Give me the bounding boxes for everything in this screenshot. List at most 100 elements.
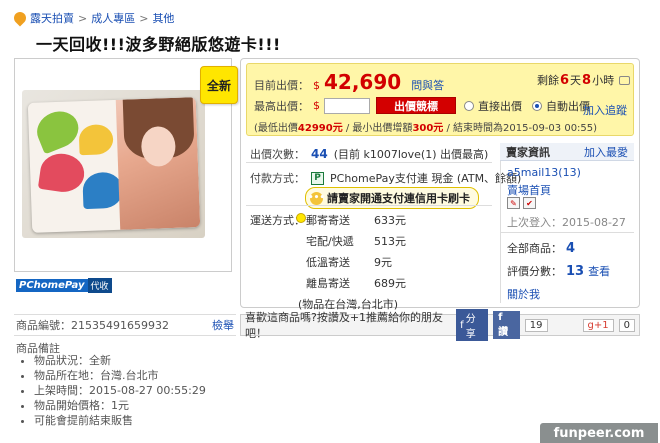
place-bid-button[interactable]: 出價競標 [376,97,456,114]
list-item: 可能會提前結束販售 [34,414,206,428]
current-price: 42,690 [324,70,402,94]
shipping-name: 郵寄寄送 [306,214,350,227]
add-to-watchlist-link[interactable]: 加入追蹤 [583,102,627,118]
seller-badges: ✎ ✔ [507,197,536,209]
facebook-icon: f [498,312,503,323]
last-login: 上次登入：2015-08-27 [507,216,626,229]
bid-note-prefix: (最低出價 [254,123,298,134]
facebook-icon: f [460,319,464,331]
breadcrumb-separator: > [139,11,149,25]
list-item: 物品所在地：台灣.台北市 [34,369,206,383]
google-plus-button[interactable]: g+1 [582,318,614,332]
add-favorite-link[interactable]: 加入最愛 [584,144,628,160]
page-title: 一天回收!!!波多野絕版悠遊卡!!! [36,35,281,54]
seller-name-link[interactable]: a5mail13(13) [507,166,581,179]
facebook-share-label: 分享 [465,314,476,340]
remain-days: 6 [560,72,570,88]
payment-notice-text: 請賣家開通支付連信用卡刷卡 [327,192,470,205]
max-bid-input[interactable] [324,97,370,114]
about-me-link[interactable]: 關於我 [507,286,540,302]
pchome-pay-logo: PChomePay 代收 [16,278,112,293]
product-image[interactable] [27,97,201,233]
breadcrumb-separator: > [78,11,88,25]
shipping-name: 低溫寄送 [306,256,350,269]
product-id: 商品編號：21535491659932 [16,319,169,332]
bid-count-label: 出價次數： [250,148,305,161]
shipping-option: 郵寄寄送 633元 [306,212,406,228]
max-bid-row: 最高出價： $ 出價競標 直接出價 自動出價 [254,97,590,114]
shipping-icon [296,213,306,223]
remain-hours: 8 [582,72,592,88]
direct-bid-radio[interactable] [464,100,474,111]
shipping-option: 低溫寄送 9元 [306,254,406,270]
payment-methods: PChomePay支付連 現金 (ATM、餘額) [330,172,522,185]
total-items-row: 全部商品： 4 [507,240,575,256]
remain-hours-unit: 小時 [592,74,615,87]
rating-value[interactable]: 13 [566,264,584,279]
breadcrumb-item-adult[interactable]: 成人專區 [91,10,135,26]
report-link[interactable]: 檢舉 [212,317,234,333]
pchome-pay-brand: PChomePay [16,279,88,292]
product-notes-list: 物品狀況：全新 物品所在地：台灣.台北市 上架時間：2015-08-27 00:… [24,354,206,429]
total-items-label: 全部商品： [507,242,562,255]
payment-row: 付款方式： P PChomePay支付連 現金 (ATM、餘額) [250,170,521,186]
remain-days-unit: 天 [570,74,582,87]
divider [246,162,492,163]
rating-row: 評價分數： 13 查看 [507,263,610,279]
mail-icon[interactable] [619,75,631,85]
facebook-like-label: 讚 [498,327,509,338]
share-prompt: 喜歡這商品嗎?按讚及+1推薦給你的朋友吧！ [245,311,444,340]
facebook-like-button[interactable]: f 讚 [493,311,520,339]
max-bid-label: 最高出價： [254,99,309,113]
direct-bid-label: 直接出價 [478,99,522,113]
bid-count-value[interactable]: 44 [311,147,328,161]
max-bid-currency: $ [313,99,320,112]
remain-prefix: 剩餘 [537,74,559,87]
shipping-price: 633元 [374,214,406,227]
facebook-share-button[interactable]: f 分享 [456,309,489,341]
divider [246,205,492,206]
rating-label: 評價分數： [507,265,562,278]
chat-bubble-icon: ••• [307,191,326,205]
currency-symbol: $ [313,79,320,92]
shipping-list: 郵寄寄送 633元 宅配/快遞 513元 低溫寄送 9元 離島寄送 689元 (物品在台… [298,212,406,312]
seller-header-title: 賣家資訊 [506,145,550,159]
rating-view-link[interactable]: 查看 [588,263,610,279]
ruten-logo-icon [11,9,29,27]
payment-label: 付款方式： [250,172,305,185]
shipping-price: 9元 [374,256,392,269]
breadcrumb: 露天拍賣 > 成人專區 > 其他 [11,9,174,27]
breadcrumb-item-other[interactable]: 其他 [152,10,174,26]
watermark: funpeer.com [540,423,658,443]
current-price-row: 目前出價： $ 42,690 問與答 [254,70,444,94]
bid-note-mid: / 最小出價增額 [342,123,413,134]
seller-store-link[interactable]: 賣場首頁 [507,184,551,197]
pchome-pay-sub: 代收 [87,278,112,293]
shipping-name: 宅配/快遞 [306,235,354,248]
auto-bid-radio[interactable] [532,100,542,111]
verified-icon: ✎ [507,197,520,209]
total-items-value[interactable]: 4 [566,241,575,256]
bid-note-inc: 300元 [412,123,444,134]
product-id-row: 商品編號：21535491659932 檢舉 [14,314,236,336]
bid-note: (最低出價42990元 / 最小出價增額300元 / 結束時間為2015-09-… [254,119,597,134]
share-bar: 喜歡這商品嗎?按讚及+1推薦給你的朋友吧！ f 分享 f 讚 19 g+1 0 [240,309,640,341]
list-item: 物品狀況：全新 [34,354,206,368]
list-item: 上架時間：2015-08-27 00:55:29 [34,384,206,398]
current-price-label: 目前出價： [254,79,309,92]
divider [500,232,634,233]
seller-header: 賣家資訊 加入最愛 [500,143,634,161]
shipping-name: 離島寄送 [306,277,350,290]
google-plus-count: 0 [618,318,635,332]
seller-links: a5mail13(13) 賣場首頁 [507,166,581,201]
qa-link[interactable]: 問與答 [411,77,444,93]
list-item: 物品開始價格：1元 [34,399,206,413]
breadcrumb-item-home[interactable]: 露天拍賣 [30,10,74,26]
time-remaining: 剩餘 6 天 8 小時 [537,72,631,88]
bid-note-suffix: / 結束時間為2015-09-03 00:55) [443,123,598,134]
facebook-like-count: 19 [524,318,548,332]
bid-count-detail: (目前 k1007love(1) 出價最高) [333,148,489,161]
checkmark-icon: ✔ [523,197,536,209]
bid-count-row: 出價次數： 44 (目前 k1007love(1) 出價最高) [250,146,488,162]
pchome-pay-icon: P [311,171,324,185]
